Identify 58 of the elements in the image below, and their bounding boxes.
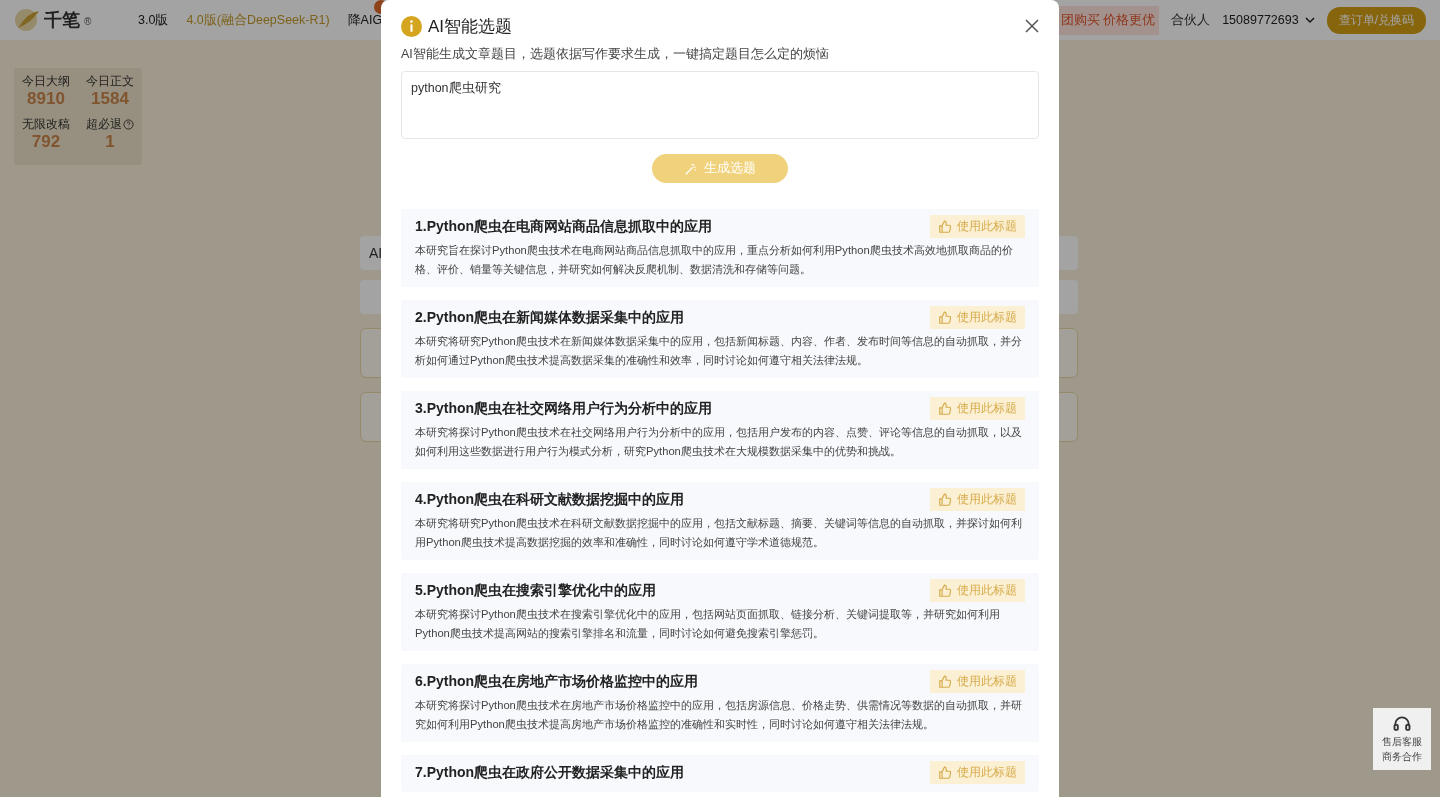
help-icon — [123, 118, 134, 130]
dialog-subtitle: AI智能生成文章题目，选题依据写作要求生成，一键搞定题目怎么定的烦恼 — [401, 46, 830, 63]
account-menu[interactable]: 15089772693 — [1222, 13, 1315, 27]
use-title-button[interactable]: 使用此标题 — [930, 397, 1025, 420]
brand-name: 千笔 — [44, 9, 80, 32]
topic-description: 本研究将探讨Python爬虫技术在社交网络用户行为分析中的应用，包括用户发布的内容、点赞、评论等信息的自动抓取，以及如何利用这些数据进行用户行为模式分析，研究Python爬虫技术在大规模数据采集中的优势和挑战。 — [415, 425, 1023, 459]
orders-button[interactable]: 查订单/兑换码 — [1326, 6, 1426, 34]
topic-description: 本研究旨在探讨Python爬虫技术在电商网站商品信息抓取中的应用，重点分析如何利用Python爬虫技术高效地抓取商品的价格、评价、销量等关键信息，并研究如何解决反爬机制、数据清洗和存储等问题。 — [415, 243, 1014, 277]
stat-label: 超必退 — [86, 116, 134, 132]
promo-link[interactable]: 团购买 价格更优 — [1056, 5, 1160, 35]
thumbs-up-icon — [938, 765, 952, 780]
topic-description: 本研究将研究Python爬虫技术在科研文献数据挖掘中的应用，包括文献标题、摘要、关键词等信息的自动抓取，并探讨如何利用Python爬虫技术提高数据挖掘的效率和准确性，同时讨论如何遵守学术道德规范。 — [415, 516, 1023, 550]
close-button[interactable] — [1025, 19, 1039, 33]
thumbs-up-icon — [938, 492, 952, 507]
use-title-button[interactable]: 使用此标题 — [930, 670, 1025, 693]
thumbs-up-icon — [938, 310, 952, 325]
topic-input[interactable]: python爬虫研究 — [401, 71, 1039, 139]
use-title-button[interactable]: 使用此标题 — [930, 579, 1025, 602]
generate-button[interactable]: 生成选题 — [652, 154, 788, 183]
thumbs-up-icon — [938, 401, 952, 416]
topic-description: 本研究将探讨Python爬虫技术在房地产市场价格监控中的应用，包括房源信息、价格走势、供需情况等数据的自动抓取，并研究如何利用Python爬虫技术提高房地产市场价格监控的准确性和实时性，同时讨论如何遵守相关法律法规。 — [415, 698, 1023, 732]
nav-link[interactable]: 3.0版 — [138, 11, 169, 29]
topic-title: 5.Python爬虫在搜索引擎优化中的应用 — [415, 581, 657, 600]
use-title-button[interactable]: 使用此标题 — [930, 488, 1025, 511]
stat-label: 无限改稿 — [22, 116, 70, 132]
nav-link[interactable]: 4.0版(融合DeepSeek-R1) — [186, 11, 330, 29]
thumbs-up-icon — [938, 219, 952, 234]
stat-value: 792 — [31, 131, 61, 152]
use-title-button[interactable]: 使用此标题 — [930, 761, 1025, 784]
thumbs-up-icon — [938, 583, 952, 598]
topic-title: 2.Python爬虫在新闻媒体数据采集中的应用 — [415, 308, 685, 327]
magic-wand-icon — [684, 161, 698, 176]
info-icon — [401, 15, 422, 37]
headset-icon — [1392, 714, 1412, 734]
topic-title: 7.Python爬虫在政府公开数据采集中的应用 — [415, 763, 685, 782]
logo-icon — [14, 8, 40, 32]
stat-label: 今日大纲 — [22, 74, 70, 89]
stat-value: 1584 — [91, 89, 129, 109]
topic-description: 本研究将探讨Python爬虫技术在搜索引擎优化中的应用，包括网站页面抓取、链接分析、关键词提取等，并研究如何利用Python爬虫技术提高网站的搜索引擎排名和流量，同时讨论如何避免搜索引擎惩罚。 — [415, 607, 1001, 641]
dialog-title: AI智能选题 — [428, 15, 513, 38]
topic-description: 本研究将研究Python爬虫技术在新闻媒体数据采集中的应用，包括新闻标题、内容、作者、发布时间等信息的自动抓取，并分析如何通过Python爬虫技术提高数据采集的准确性和效率，同时讨论如何遵守相关法律法规。 — [415, 334, 1023, 368]
thumbs-up-icon — [938, 674, 952, 689]
topic-title: 6.Python爬虫在房地产市场价格监控中的应用 — [415, 672, 699, 691]
use-title-button[interactable]: 使用此标题 — [930, 215, 1025, 238]
support-label: 商务合作 — [1382, 750, 1422, 764]
chevron-down-icon — [1304, 15, 1315, 25]
topic-title: 4.Python爬虫在科研文献数据挖掘中的应用 — [415, 490, 685, 509]
use-title-button[interactable]: 使用此标题 — [930, 306, 1025, 329]
topic-title: 1.Python爬虫在电商网站商品信息抓取中的应用 — [415, 217, 713, 236]
stat-value: 1 — [105, 131, 115, 152]
stat-label: 今日正文 — [86, 74, 134, 89]
support-label: 售后客服 — [1382, 735, 1422, 749]
registered-mark: ® — [84, 16, 92, 27]
topic-title: 3.Python爬虫在社交网络用户行为分析中的应用 — [415, 399, 713, 418]
nav-link[interactable]: 合伙人 — [1171, 5, 1211, 35]
nav-link[interactable]: 降AIG — [347, 11, 383, 29]
support-widget[interactable]: 售后客服 商务合作 — [1373, 708, 1431, 770]
stat-value: 8910 — [27, 89, 65, 109]
